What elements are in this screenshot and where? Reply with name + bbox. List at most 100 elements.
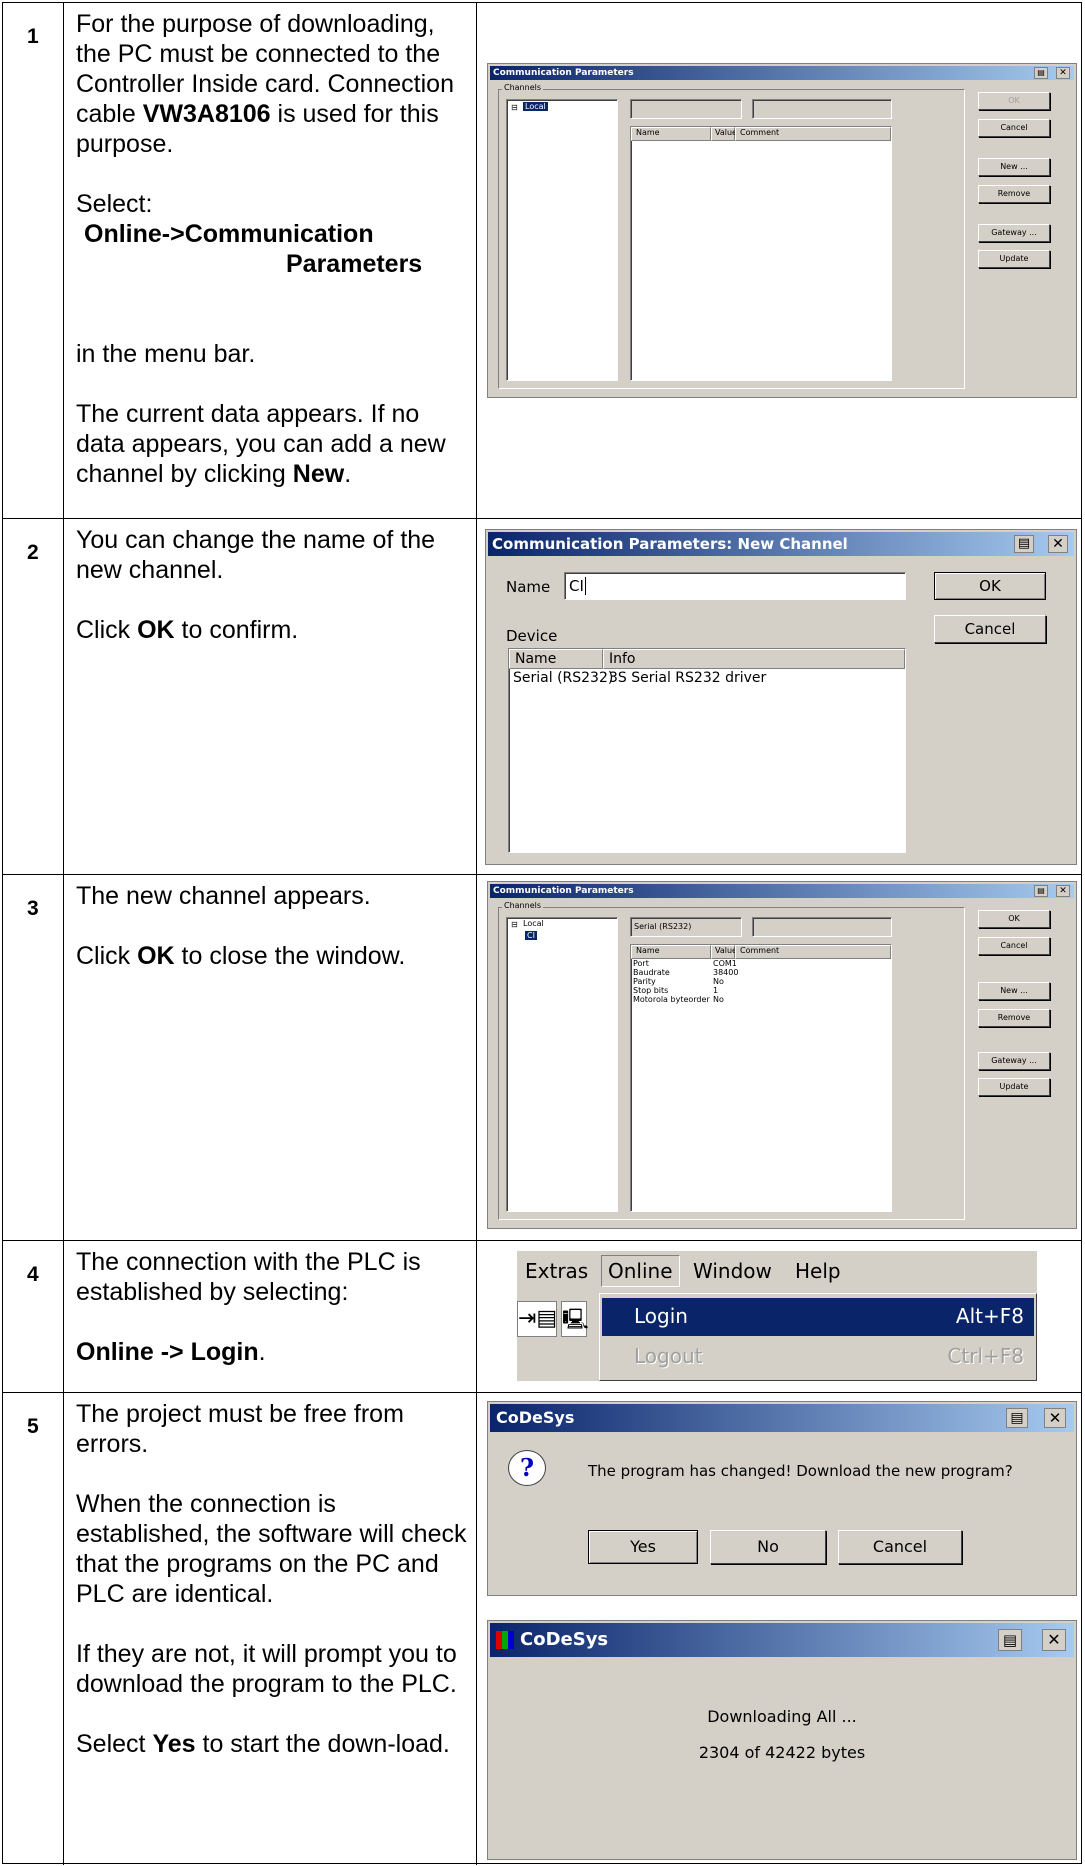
step-text-cell: The connection with the PLC is establish…	[64, 1241, 477, 1392]
parameter-list[interactable]: Name Value Comment	[630, 126, 892, 381]
tree-item-ci[interactable]: CI	[525, 931, 537, 940]
text-line: If they are not, it will prompt you to d…	[76, 1640, 457, 1698]
close-icon[interactable]: ✕	[1042, 1629, 1066, 1651]
ok-button[interactable]: OK	[934, 572, 1046, 600]
close-icon[interactable]: ✕	[1056, 67, 1070, 79]
device-label: Device	[506, 627, 558, 645]
menu-path: Parameters	[286, 250, 423, 278]
table-row[interactable]: Motorola byteorder No	[633, 995, 833, 1004]
title-bar: CoDeSys ▤ ✕	[490, 1404, 1074, 1432]
ok-button[interactable]: OK	[978, 910, 1050, 928]
text-line: .	[344, 460, 352, 488]
close-icon[interactable]: ✕	[1044, 1408, 1066, 1428]
table-row[interactable]: Parity No	[633, 977, 833, 986]
print-icon[interactable]: ▤	[998, 1629, 1022, 1651]
dialog-message: The program has changed! Download the ne…	[588, 1462, 1013, 1480]
update-button[interactable]: Update	[978, 1078, 1050, 1096]
col-value-header[interactable]: Value	[711, 945, 737, 959]
menu-item-login[interactable]: Login Alt+F8	[602, 1298, 1034, 1336]
window-title: Communication Parameters	[493, 68, 634, 78]
table-row: 2 You can change the name of the new cha…	[3, 519, 1081, 875]
remove-button[interactable]: Remove	[978, 185, 1050, 203]
param-name: Port	[633, 959, 649, 968]
channel-field	[752, 917, 892, 937]
step-number-cell: 3	[3, 875, 64, 1240]
text-bold: Yes	[152, 1730, 196, 1758]
parameter-list[interactable]: Name Value Comment Port COM1 Baudrate 3840…	[630, 944, 892, 1212]
device-list[interactable]: Name Info Serial (RS232) 3S Serial RS232…	[508, 648, 906, 853]
param-value: 1	[713, 986, 719, 995]
name-input[interactable]: CI	[564, 572, 906, 600]
table-row[interactable]: Stop bits 1	[633, 986, 833, 995]
channels-label: Channels	[502, 83, 544, 92]
remove-button[interactable]: Remove	[978, 1009, 1050, 1027]
param-name: Baudrate	[633, 968, 670, 977]
col-comment-header[interactable]: Comment	[735, 945, 891, 959]
cable-ref: VW3A8106	[142, 100, 271, 128]
col-name-header[interactable]: Name	[631, 127, 711, 141]
menu-help[interactable]: Help	[795, 1259, 841, 1283]
tree-expand-icon[interactable]: ⊟	[511, 920, 518, 929]
close-icon[interactable]: ✕	[1048, 535, 1068, 553]
yes-button[interactable]: Yes	[588, 1530, 698, 1564]
download-confirm-dialog: CoDeSys ▤ ✕ ? The program has changed! D…	[487, 1401, 1077, 1596]
print-icon[interactable]: ▤	[1034, 67, 1048, 79]
text-line: in the menu bar.	[76, 340, 256, 368]
cancel-button[interactable]: Cancel	[838, 1530, 962, 1564]
print-icon[interactable]: ▤	[1034, 885, 1048, 897]
menu-item-logout[interactable]: Logout Ctrl+F8	[602, 1338, 1034, 1376]
step-number-cell: 5	[3, 1393, 64, 1865]
menu-extras[interactable]: Extras	[525, 1259, 588, 1283]
cancel-button[interactable]: Cancel	[934, 615, 1046, 643]
channels-label: Channels	[502, 901, 544, 910]
text-line: Select	[76, 1730, 153, 1758]
list-item[interactable]: Serial (RS232) 3S Serial RS232 driver	[509, 669, 905, 687]
tree-item-local[interactable]: Local	[523, 919, 544, 928]
col-name-header[interactable]: Name	[631, 945, 711, 959]
channel-tree[interactable]: ⊟ Local	[506, 99, 618, 381]
text-bold: OK	[137, 616, 175, 644]
cancel-button[interactable]: Cancel	[978, 119, 1050, 137]
new-button[interactable]: New ...	[978, 982, 1050, 1000]
tree-expand-icon[interactable]: ⊟	[511, 103, 518, 112]
menu-online[interactable]: Online	[601, 1255, 680, 1287]
col-name-header[interactable]: Name	[509, 649, 603, 669]
step-text-cell: The project must be free from errors. Wh…	[64, 1393, 477, 1865]
update-button[interactable]: Update	[978, 250, 1050, 268]
step-description: The connection with the PLC is establish…	[76, 1247, 471, 1367]
table-row[interactable]: Baudrate 38400	[633, 968, 833, 977]
communication-parameters-window: Communication Parameters ▤ ✕ Channels ⊟ …	[487, 881, 1077, 1229]
new-channel-window: Communication Parameters: New Channel ▤ …	[485, 529, 1077, 865]
progress-status: Downloading All ...	[707, 1707, 857, 1726]
toolbar-icon[interactable]: ⇥▤	[517, 1301, 557, 1337]
gateway-button[interactable]: Gateway ...	[978, 1052, 1050, 1070]
step-number-cell: 2	[3, 519, 64, 874]
table-row[interactable]: Port COM1	[633, 959, 833, 968]
computer-icon[interactable]: 🖳	[561, 1301, 589, 1337]
no-button[interactable]: No	[710, 1530, 826, 1564]
step-number: 2	[27, 541, 39, 564]
col-comment-header[interactable]: Comment	[735, 127, 891, 141]
screenshot-cell: Extras Online Window Help ⇥▤ 🖳 Login Alt…	[477, 1241, 1081, 1392]
gateway-button[interactable]: Gateway ...	[978, 224, 1050, 242]
cancel-button[interactable]: Cancel	[978, 937, 1050, 955]
col-value-header[interactable]: Value	[711, 127, 737, 141]
text-line: You can change the name of the new chann…	[76, 526, 436, 584]
step-description: The project must be free from errors. Wh…	[76, 1399, 471, 1759]
menu-path: Online->Communication	[84, 220, 374, 248]
text-line: The new channel appears.	[76, 882, 371, 910]
tree-item-local[interactable]: Local	[523, 102, 548, 111]
print-icon[interactable]: ▤	[1006, 1408, 1028, 1428]
ok-button[interactable]: OK	[978, 92, 1050, 110]
text-line: Click	[76, 942, 138, 970]
instruction-table: 1 For the purpose of downloading, the PC…	[2, 2, 1082, 1865]
print-icon[interactable]: ▤	[1014, 535, 1034, 553]
close-icon[interactable]: ✕	[1056, 885, 1070, 897]
logout-shortcut: Ctrl+F8	[947, 1344, 1024, 1368]
text-line: to close the window.	[174, 942, 406, 970]
menu-window[interactable]: Window	[693, 1259, 772, 1283]
step-description: The new channel appears. Click OK to clo…	[76, 881, 471, 971]
new-button[interactable]: New ...	[978, 158, 1050, 176]
col-info-header[interactable]: Info	[603, 649, 905, 669]
channel-tree[interactable]: ⊟ Local CI	[506, 917, 618, 1212]
